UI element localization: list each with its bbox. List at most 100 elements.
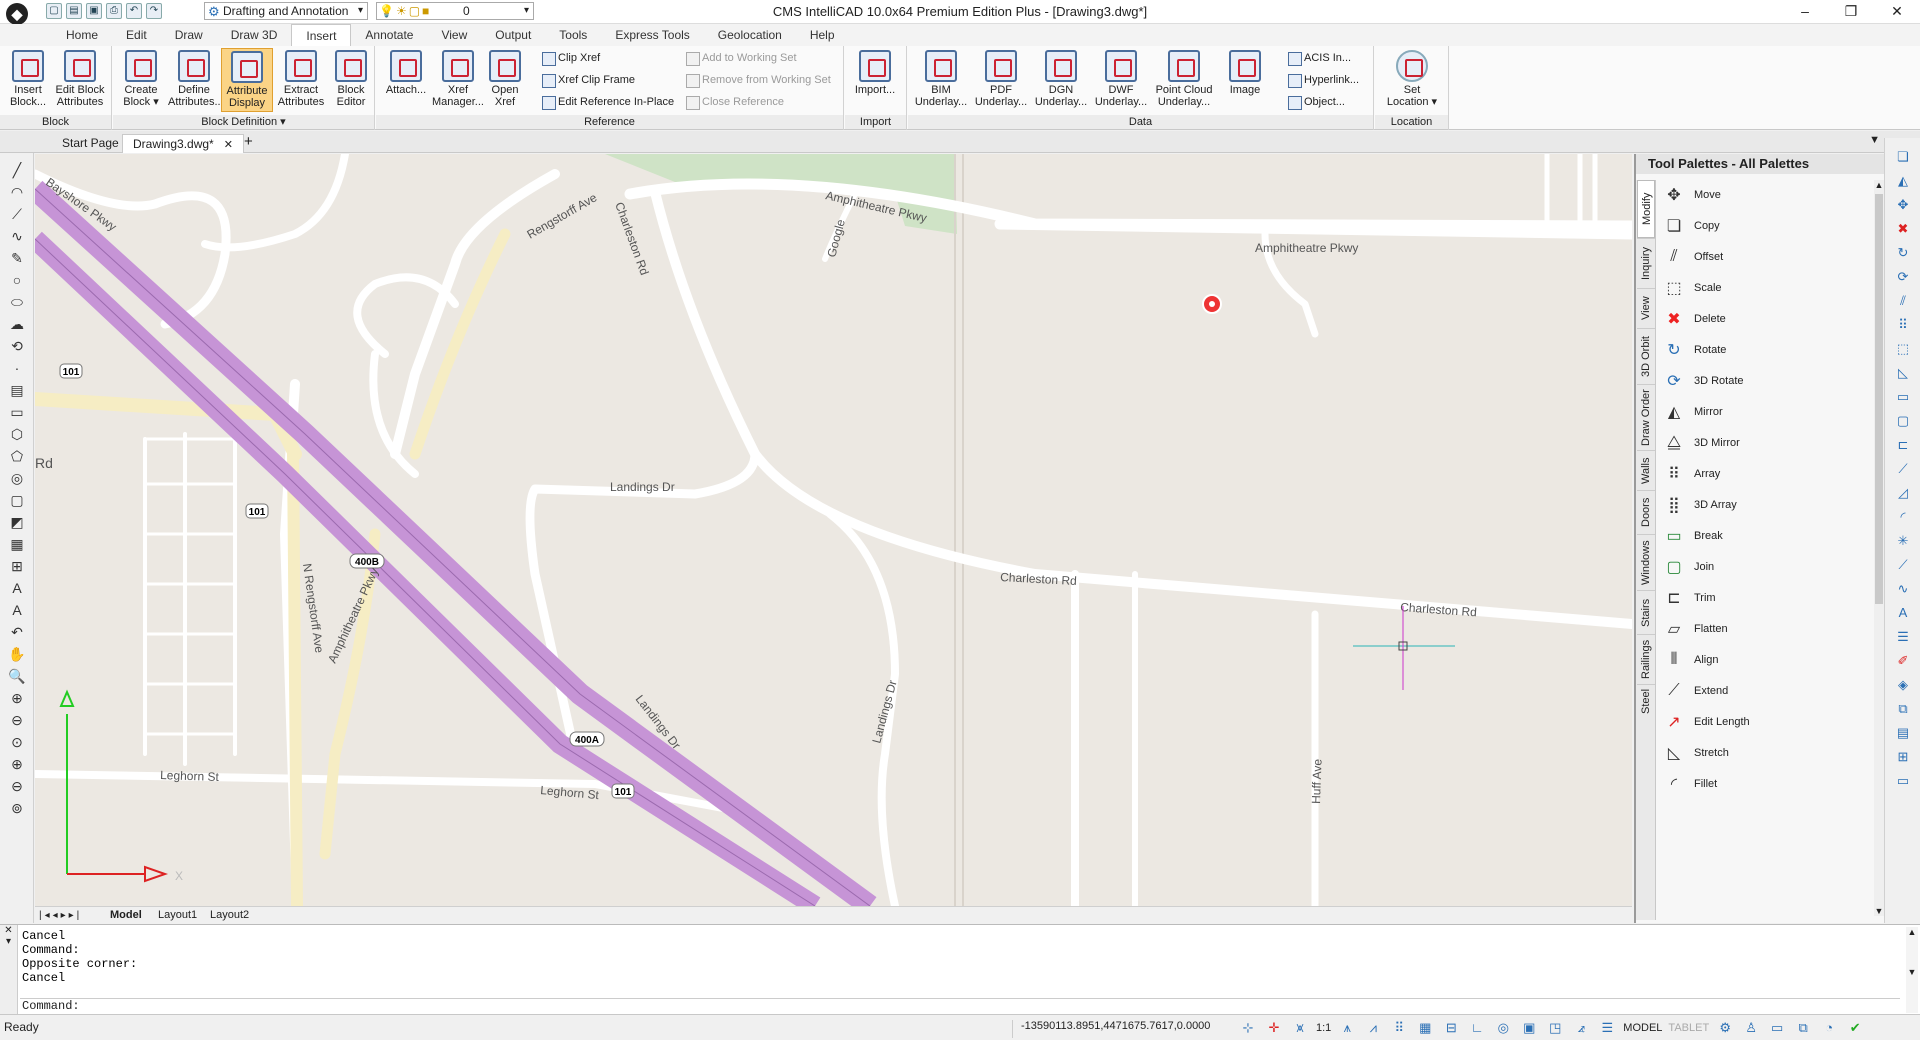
- palette-tool-trim[interactable]: ⊏ Trim: [1660, 583, 1860, 613]
- palette-tool-rotate[interactable]: ↻ Rotate: [1660, 335, 1860, 365]
- palette-tool-copy[interactable]: ❏ Copy: [1660, 211, 1860, 241]
- pdf-underlay-button[interactable]: PDF Underlay...: [972, 48, 1030, 112]
- tab-draw-3d[interactable]: Draw 3D: [217, 24, 292, 46]
- command-line-grip[interactable]: ✕ ▾: [0, 925, 18, 1015]
- stretch-icon[interactable]: ◺: [1894, 364, 1912, 382]
- tab-geolocation[interactable]: Geolocation: [704, 24, 796, 46]
- tab-edit[interactable]: Edit: [112, 24, 161, 46]
- array-icon[interactable]: ⠿: [1894, 316, 1912, 334]
- explode-icon[interactable]: ✳: [1894, 532, 1912, 550]
- tab-output[interactable]: Output: [481, 24, 545, 46]
- palette-tool-3d-rotate[interactable]: ⟳ 3D Rotate: [1660, 366, 1860, 396]
- zoom-out-icon[interactable]: ⊖: [7, 777, 27, 795]
- panel-title-block-definition[interactable]: Block Definition ▾: [113, 115, 374, 129]
- polygon-icon[interactable]: ⬡: [7, 425, 27, 443]
- bim-underlay-button[interactable]: BIM Underlay...: [912, 48, 970, 112]
- close-reference-button[interactable]: Close Reference: [684, 92, 784, 112]
- monitor-icon[interactable]: ▭: [1767, 1018, 1787, 1038]
- create-block-button[interactable]: Create Block ▾: [115, 48, 167, 112]
- wipeout-icon[interactable]: ◩: [7, 513, 27, 531]
- image-button[interactable]: Image: [1220, 48, 1270, 112]
- grid-icon[interactable]: ▦: [1415, 1018, 1435, 1038]
- edit-block-attributes-button[interactable]: Edit Block Attributes: [52, 48, 108, 112]
- auto-scale-icon[interactable]: ⩘: [1363, 1018, 1383, 1038]
- check-icon[interactable]: ✔: [1845, 1018, 1865, 1038]
- zoom-in-icon[interactable]: ⊕: [7, 755, 27, 773]
- restore-button[interactable]: ❐: [1828, 0, 1874, 24]
- undo-icon[interactable]: ↶: [7, 623, 27, 641]
- add-tab-icon[interactable]: +: [244, 133, 253, 150]
- xref-clip-frame-button[interactable]: Xref Clip Frame: [540, 70, 635, 90]
- palette-tab-doors[interactable]: Doors: [1637, 490, 1655, 534]
- palette-tool-offset[interactable]: ⫽ Offset: [1660, 242, 1860, 272]
- palette-tab-inquiry[interactable]: Inquiry: [1637, 238, 1655, 288]
- donut-icon[interactable]: ◎: [7, 469, 27, 487]
- object-snap-icon[interactable]: ◎: [1493, 1018, 1513, 1038]
- palette-tool-align[interactable]: ⫴ Align: [1660, 645, 1860, 675]
- rectangle-icon[interactable]: ▭: [7, 403, 27, 421]
- dwf-underlay-button[interactable]: DWF Underlay...: [1092, 48, 1150, 112]
- grid-dots-icon[interactable]: ⠿: [1389, 1018, 1409, 1038]
- text-icon[interactable]: A: [7, 579, 27, 597]
- command-input[interactable]: Command:: [20, 998, 1900, 1014]
- block-editor-button[interactable]: Block Editor: [325, 48, 377, 112]
- hatch-icon[interactable]: ▤: [7, 381, 27, 399]
- extract-attributes-button[interactable]: Extract Attributes: [275, 48, 327, 112]
- model-space-toggle[interactable]: MODEL: [1623, 1018, 1662, 1038]
- pencil-icon[interactable]: ✎: [7, 249, 27, 267]
- minimize-button[interactable]: –: [1782, 0, 1828, 24]
- gear-icon[interactable]: ⚙: [1715, 1018, 1735, 1038]
- tab-drawing3[interactable]: Drawing3.dwg* ✕: [122, 134, 244, 153]
- tab-layout1[interactable]: Layout1: [158, 907, 197, 924]
- annotation-visibility-icon[interactable]: ⩚: [1337, 1018, 1357, 1038]
- palette-tool-3d-mirror[interactable]: ⧋ 3D Mirror: [1660, 428, 1860, 458]
- dynamic-input-icon[interactable]: ⦨: [1571, 1018, 1591, 1038]
- define-attributes-button[interactable]: Define Attributes...: [168, 48, 224, 112]
- layout-nav-arrows-icon[interactable]: |◂◂▸▸|: [39, 907, 82, 924]
- palette-tab-steel[interactable]: Steel: [1637, 684, 1655, 718]
- layout-icon[interactable]: ▭: [1894, 772, 1912, 790]
- remove-from-working-set-button[interactable]: Remove from Working Set: [684, 70, 831, 90]
- add-to-working-set-button[interactable]: Add to Working Set: [684, 48, 797, 68]
- edit-reference-in-place-button[interactable]: Edit Reference In-Place: [540, 92, 674, 112]
- tablet-toggle[interactable]: TABLET: [1668, 1018, 1709, 1038]
- tab-annotate[interactable]: Annotate: [351, 24, 427, 46]
- scrollbar-thumb[interactable]: [1875, 194, 1883, 604]
- palette-tab-draw-order[interactable]: Draw Order: [1637, 384, 1655, 450]
- palette-tool-array[interactable]: ⠿ Array: [1660, 459, 1860, 489]
- point-icon[interactable]: ·: [7, 359, 27, 377]
- workspace-select[interactable]: ⚙ Drafting and Annotation: [204, 2, 368, 20]
- ortho-icon[interactable]: ✛: [1264, 1018, 1284, 1038]
- design-center-icon[interactable]: ⧉: [1894, 700, 1912, 718]
- palette-tool-move[interactable]: ✥ Move: [1660, 180, 1860, 210]
- palette-tool-join[interactable]: ▢ Join: [1660, 552, 1860, 582]
- revcloud-icon[interactable]: ⟲: [7, 337, 27, 355]
- import-button[interactable]: Import...: [849, 48, 901, 112]
- region-icon[interactable]: ⬠: [7, 447, 27, 465]
- erase-icon[interactable]: ✖: [1894, 220, 1912, 238]
- set-location-button[interactable]: Set Location ▾: [1383, 48, 1441, 112]
- redo-icon[interactable]: ↷: [146, 3, 162, 19]
- palette-tab-stairs[interactable]: Stairs: [1637, 590, 1655, 634]
- tab-help[interactable]: Help: [796, 24, 849, 46]
- drawing-viewport[interactable]: 101 101 400B 400A 101 Bayshore Pkwy Reng…: [35, 154, 1632, 906]
- 3d-rotate-icon[interactable]: ⟳: [1894, 268, 1912, 286]
- move-icon[interactable]: ✥: [1894, 196, 1912, 214]
- copy-icon[interactable]: ❏: [1894, 148, 1912, 166]
- ellipse-icon[interactable]: ⬭: [7, 293, 27, 311]
- tab-insert[interactable]: Insert: [291, 24, 352, 46]
- hyperlink-button[interactable]: Hyperlink...: [1286, 70, 1359, 90]
- command-scrollbar[interactable]: ▲ ▼: [1906, 927, 1918, 1013]
- tab-model[interactable]: Model: [110, 907, 142, 924]
- scroll-up-icon[interactable]: ▲: [1874, 180, 1884, 190]
- close-button[interactable]: ✕: [1874, 0, 1920, 24]
- quick-calc-icon[interactable]: ▤: [1894, 724, 1912, 742]
- block-icon[interactable]: ⊞: [7, 557, 27, 575]
- new-icon[interactable]: ▢: [46, 3, 62, 19]
- zoom-window-icon[interactable]: ⊕: [7, 689, 27, 707]
- palette-tab-walls[interactable]: Walls: [1637, 450, 1655, 490]
- properties-icon[interactable]: ☰: [1894, 628, 1912, 646]
- palette-tool-extend[interactable]: ⟋ Extend: [1660, 676, 1860, 706]
- scale-icon[interactable]: ⬚: [1894, 340, 1912, 358]
- palette-tool-stretch[interactable]: ◺ Stretch: [1660, 738, 1860, 768]
